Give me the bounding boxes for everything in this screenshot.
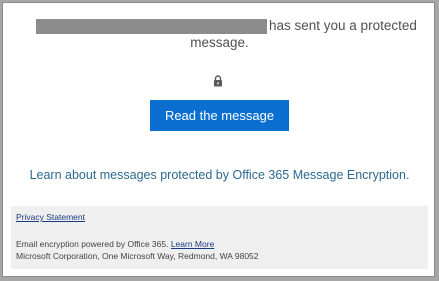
email-frame: has sent you a protected message. Read t… — [2, 2, 435, 277]
footer: Privacy Statement Email encryption power… — [11, 206, 428, 269]
lock-icon — [214, 75, 222, 87]
learn-more-link[interactable]: Learn More — [171, 239, 214, 249]
headline-line-1: has sent you a protected — [3, 17, 436, 34]
redacted-sender — [36, 19, 267, 34]
learn-about-encryption-link[interactable]: Learn about messages protected by Office… — [3, 168, 436, 182]
sender-suffix-text: has sent you a protected — [269, 18, 417, 33]
headline-line-2: message. — [190, 35, 249, 50]
company-address: Microsoft Corporation, One Microsoft Way… — [16, 251, 259, 261]
encryption-text: Email encryption powered by Office 365. — [16, 239, 169, 249]
privacy-statement-link[interactable]: Privacy Statement — [16, 212, 85, 222]
read-message-button[interactable]: Read the message — [150, 100, 289, 131]
encryption-line: Email encryption powered by Office 365. … — [16, 239, 214, 249]
message-headline: has sent you a protected message. — [3, 17, 436, 51]
